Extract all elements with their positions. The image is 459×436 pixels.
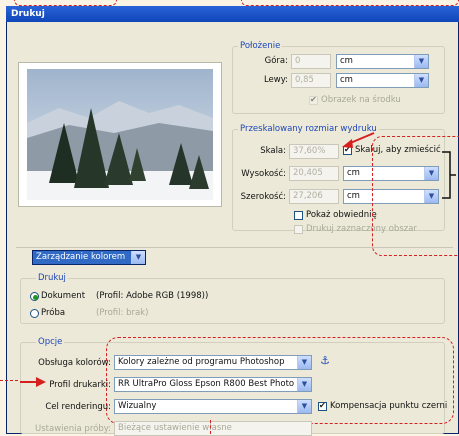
- height-label: Wysokość:: [241, 169, 286, 179]
- printer-profile-select[interactable]: RR UltraPro Gloss Epson R800 Best Photo ▼: [114, 377, 312, 392]
- proof-radio[interactable]: [30, 309, 39, 318]
- print-selected-area-checkbox[interactable]: [294, 225, 303, 234]
- chevron-down-icon: ▼: [414, 74, 428, 87]
- scale-field[interactable]: 37,60%: [289, 144, 339, 159]
- winter-landscape-image: [27, 69, 213, 200]
- annotation-bracket: [442, 151, 456, 199]
- printer-profile-value: RR UltraPro Gloss Epson R800 Best Photo: [118, 379, 295, 389]
- show-bounding-box-checkbox[interactable]: [294, 211, 303, 220]
- top-unit-select[interactable]: cm ▼: [336, 54, 429, 69]
- width-unit-value: cm: [347, 191, 360, 201]
- proof-setup-value: Bieżące ustawienie własne: [118, 423, 232, 433]
- annotation-arrow-printer: [20, 377, 46, 387]
- left-label: Lewy:: [263, 75, 288, 85]
- annotation-line-bottom: [210, 420, 211, 434]
- color-management-value: Zarządzanie kolorem: [36, 252, 126, 262]
- chevron-down-icon: ▼: [297, 400, 311, 413]
- rendering-intent-value: Wizualny: [118, 401, 157, 411]
- center-image-checkbox[interactable]: [309, 95, 318, 105]
- proof-profile-text: (Profil: brak): [96, 308, 149, 318]
- window-title: Drukuj: [11, 9, 45, 19]
- black-point-compensation-checkbox[interactable]: [318, 401, 327, 411]
- chevron-down-icon: ▼: [297, 378, 311, 391]
- top-unit-value: cm: [340, 56, 353, 66]
- info-anchor-icon[interactable]: ⚓: [318, 354, 332, 368]
- chevron-down-icon: ▼: [131, 251, 145, 264]
- height-unit-value: cm: [347, 168, 360, 178]
- rendering-intent-select[interactable]: Wizualny ▼: [114, 399, 312, 414]
- annotation-line-left: [0, 380, 18, 381]
- color-handling-value: Kolory zależne od programu Photoshop: [118, 357, 285, 367]
- proof-setup-label: Ustawienia próby:: [35, 424, 111, 434]
- title-bar: Drukuj: [6, 6, 459, 22]
- section-divider: [16, 247, 453, 248]
- document-profile-text: (Profil: Adobe RGB (1998)): [96, 291, 209, 301]
- document-label: Dokument: [41, 291, 86, 301]
- print-preview-image: [18, 62, 222, 207]
- chevron-down-icon: ▼: [297, 356, 311, 369]
- left-unit-value: cm: [340, 75, 353, 85]
- document-radio[interactable]: [30, 292, 39, 301]
- height-field[interactable]: 20,405: [289, 166, 339, 181]
- position-group-title: Położenie: [238, 41, 283, 51]
- left-field[interactable]: 0,85: [291, 73, 331, 88]
- top-field[interactable]: 0: [291, 54, 331, 69]
- show-bounding-box-label: Pokaż obwiednię: [306, 210, 377, 220]
- rendering-intent-label: Cel renderingu:: [45, 402, 111, 412]
- proof-label: Próba: [41, 308, 66, 318]
- left-unit-select[interactable]: cm ▼: [336, 73, 429, 88]
- options-group-title: Opcje: [36, 337, 65, 347]
- width-field[interactable]: 27,206: [289, 189, 339, 204]
- color-handling-select[interactable]: Kolory zależne od programu Photoshop ▼: [114, 355, 312, 370]
- chevron-down-icon: ▼: [414, 55, 428, 68]
- color-management-select[interactable]: Zarządzanie kolorem ▼: [32, 250, 146, 265]
- center-image-label: Obrazek na środku: [321, 95, 401, 105]
- color-handling-label: Obsługa kolorów:: [38, 358, 111, 368]
- print-source-group-title: Drukuj: [36, 273, 68, 283]
- top-label: Góra:: [264, 56, 288, 66]
- width-label: Szerokość:: [240, 192, 286, 202]
- scale-label: Skala:: [260, 146, 286, 156]
- black-point-compensation-label: Kompensacja punktu czerni: [330, 401, 448, 411]
